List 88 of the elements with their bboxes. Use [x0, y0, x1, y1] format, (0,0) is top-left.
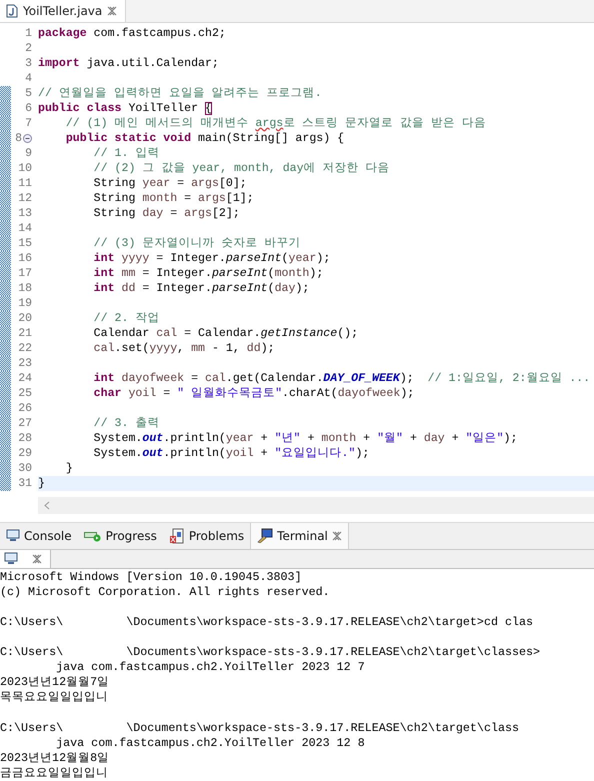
- code-line: import java.util.Calendar;: [38, 56, 220, 71]
- line-number: 20: [18, 310, 32, 326]
- terminal-line: 2023년년12월월7일: [0, 675, 110, 690]
- scroll-left-icon[interactable]: [44, 500, 50, 510]
- terminal-line: 금금요요일일입입니: [0, 766, 109, 781]
- line-number: 14: [18, 220, 32, 236]
- line-number: 28: [18, 430, 32, 446]
- monitor-icon: [4, 552, 18, 566]
- code-line: System.out.println(yoil + "요일입니다.");: [92, 446, 370, 461]
- terminal-line: C:\Users\ \Documents\workspace-sts-3.9.17.RELEASE\ch2\target\class: [0, 720, 520, 736]
- code-line: int dd = Integer.parseInt(day);: [92, 280, 310, 296]
- code-line: // 3. 출력: [92, 416, 160, 431]
- code-line: int yyyy = Integer.parseInt(year);: [92, 250, 332, 266]
- editor-tab[interactable]: YoilTeller.java: [0, 0, 126, 22]
- code-line: package com.fastcampus.ch2;: [38, 26, 227, 41]
- view-tab[interactable]: Problems: [162, 523, 250, 549]
- code-line: int dayofweek = cal.get(Calendar.DAY_OF_WEEK); // 1:일요일, 2:월요일 ...: [92, 370, 592, 386]
- code-line: String month = args[1];: [92, 190, 255, 206]
- tab-label: Terminal: [277, 528, 328, 543]
- view-tab[interactable]: Progress: [78, 523, 163, 549]
- terminal-line: 2023년년12월월8일: [0, 750, 110, 766]
- line-number: 4: [25, 70, 32, 86]
- code-line: // 1. 입력: [92, 146, 160, 161]
- terminal-line: java com.fastcampus.ch2.YoilTeller 2023 12 8: [55, 736, 366, 751]
- problems-icon: [168, 528, 185, 544]
- code-line: public static void main(String[] args) {: [64, 130, 346, 146]
- close-icon[interactable]: [107, 6, 118, 16]
- line-number: 27: [18, 416, 32, 431]
- line-number: 17: [18, 266, 32, 281]
- line-number: 1: [25, 26, 32, 41]
- line-number: 19: [18, 296, 32, 311]
- code-line: // 연월일을 입력하면 요일을 알려주는 프로그램.: [38, 86, 323, 101]
- terminal-session-tab[interactable]: [0, 550, 51, 568]
- code-line: Calendar cal = Calendar.getInstance();: [92, 326, 360, 341]
- line-number: 7: [25, 116, 32, 131]
- line-number: 18: [18, 280, 32, 296]
- terminal-line: java com.fastcampus.ch2.YoilTeller 2023 12 7: [55, 660, 366, 676]
- line-number: 9: [25, 146, 32, 161]
- line-number: 26: [18, 400, 32, 416]
- close-icon[interactable]: [332, 530, 342, 541]
- code-line: cal.set(yyyy, mm - 1, dd);: [92, 340, 276, 356]
- line-number: 30: [18, 460, 32, 476]
- code-line: // (3) 문자열이니까 숫자로 바꾸기: [92, 236, 302, 251]
- java-file-icon: [6, 4, 18, 18]
- terminal-line: (c) Microsoft Corporation. All rights reserved.: [0, 584, 331, 600]
- line-number: 21: [18, 326, 32, 341]
- line-number: 3: [25, 56, 32, 71]
- line-number: 22: [18, 340, 32, 356]
- line-number: 31: [18, 476, 32, 491]
- line-number: 2: [25, 40, 32, 56]
- line-number: 25: [18, 386, 32, 401]
- tab-label: Progress: [106, 528, 157, 543]
- progress-icon: [84, 530, 102, 542]
- code-line: System.out.println(year + "년" + month + "월" + day + "일은");: [92, 430, 518, 446]
- line-number: 13: [18, 206, 32, 221]
- terminal-line: Microsoft Windows [Version 10.0.19045.3803]: [0, 570, 303, 585]
- line-number: 12: [18, 190, 32, 206]
- code-line: String day = args[2];: [92, 206, 241, 221]
- line-number: 10: [18, 160, 32, 176]
- terminal-line: 목목요요일일입입니: [0, 690, 109, 706]
- line-number: 6: [25, 100, 32, 116]
- close-icon[interactable]: [32, 554, 42, 564]
- code-line: String year = args[0];: [92, 176, 248, 191]
- line-number: 8: [15, 130, 22, 146]
- terminal-line: C:\Users\ \Documents\workspace-sts-3.9.17.RELEASE\ch2\target\classes>: [0, 645, 542, 660]
- line-number: 5: [25, 86, 32, 101]
- line-number: 23: [18, 356, 32, 371]
- line-number: 29: [18, 446, 32, 461]
- line-number: 11: [18, 176, 32, 191]
- view-tab[interactable]: Terminal: [250, 523, 349, 549]
- line-number: 24: [18, 370, 32, 386]
- collapse-icon[interactable]: [23, 134, 32, 143]
- horizontal-scrollbar[interactable]: [38, 496, 594, 514]
- code-line: char yoil = " 일월화수목금토".charAt(dayofweek);: [92, 386, 416, 401]
- terminal-line: C:\Users\ \Documents\workspace-sts-3.9.17.RELEASE\ch2\target>cd clas: [0, 614, 534, 630]
- code-line: }: [64, 460, 74, 476]
- tab-label: Problems: [188, 528, 244, 543]
- line-number: 15: [18, 236, 32, 251]
- tab-label: Console: [24, 528, 72, 543]
- terminal-icon: [257, 528, 274, 544]
- code-line: int mm = Integer.parseInt(month);: [92, 266, 324, 281]
- code-line: // (2) 그 값을 year, month, day에 저장한 다음: [92, 160, 391, 176]
- view-tab[interactable]: Console: [0, 523, 78, 549]
- monitor-icon: [6, 529, 20, 542]
- tab-label: YoilTeller.java: [23, 4, 102, 18]
- code-line: // 2. 작업: [92, 310, 160, 326]
- code-line: // (1) 메인 메서드의 매개변수 args로 스트링 문자열로 값을 받은 다음: [64, 116, 488, 131]
- line-number: 16: [18, 250, 32, 266]
